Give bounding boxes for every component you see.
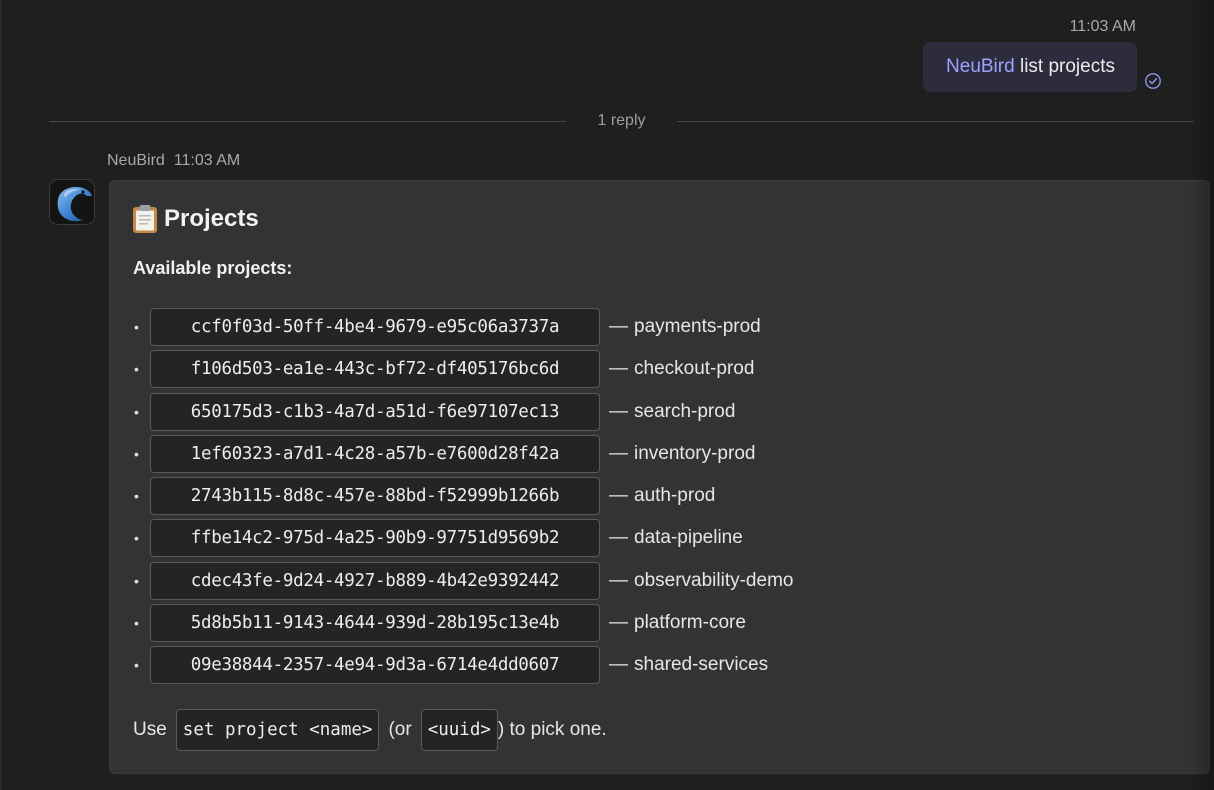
project-separator: — (609, 400, 628, 422)
bird-logo-icon (57, 186, 92, 222)
usage-middle: (or (388, 719, 412, 740)
project-separator: — (609, 527, 628, 549)
bot-message-card: Projects Available projects: • ccf0f03d-5… (109, 180, 1210, 774)
project-uuid-code[interactable]: cdec43fe-9d24-4927-b889-4b42e9392442 (150, 561, 600, 600)
uuid-code[interactable]: <uuid> (420, 709, 498, 751)
project-separator: — (609, 485, 628, 507)
project-name: shared-services (634, 654, 769, 676)
chat-thread-view: 11:03 AM NeuBird list projects 1 reply N… (0, 0, 1214, 790)
project-list-item: • ffbe14c2-975d-4a25-90b9-97751d9569b2 — da… (132, 517, 793, 559)
list-bullet: • (134, 403, 139, 420)
project-name: observability-demo (634, 569, 794, 591)
project-separator: — (609, 569, 628, 591)
project-uuid-code[interactable]: 5d8b5b11-9143-4644-939d-28b195c13e4b (150, 603, 600, 642)
project-list-item: • ccf0f03d-50ff-4be4-9679-e95c06a3737a — pa… (132, 306, 793, 348)
list-bullet: • (134, 614, 139, 631)
card-title-text: Projects (164, 205, 259, 232)
project-name: payments-prod (634, 316, 761, 338)
outgoing-message-timestamp: 11:03 AM (1069, 18, 1136, 35)
pane-border (0, 0, 2, 790)
project-name: auth-prod (634, 485, 716, 507)
project-name: checkout-prod (634, 358, 755, 380)
usage-hint: Use set project <name> (or <uuid> ) to p… (133, 709, 607, 751)
list-bullet: • (134, 488, 139, 505)
list-bullet: • (134, 319, 139, 336)
divider-line-right (677, 121, 1194, 122)
divider-line-left (49, 121, 566, 122)
project-list-item: • 5d8b5b11-9143-4644-939d-28b195c13e4b — pl… (132, 602, 793, 644)
project-name: platform-core (634, 611, 746, 633)
project-list-item: • f106d503-ea1e-443c-bf72-df405176bc6d — ch… (132, 348, 793, 390)
project-separator: — (609, 611, 628, 633)
project-list-item: • cdec43fe-9d24-4927-b889-4b42e9392442 — ob… (132, 560, 793, 602)
project-uuid-code[interactable]: 2743b115-8d8c-457e-88bd-f52999b1266b (150, 477, 600, 516)
usage-suffix: ) to pick one. (497, 719, 607, 740)
project-separator: — (609, 316, 628, 338)
project-name: search-prod (634, 400, 736, 422)
project-uuid-code[interactable]: 1ef60323-a7d1-4c28-a57b-e7600d28f42a (150, 434, 600, 473)
project-uuid-code[interactable]: ffbe14c2-975d-4a25-90b9-97751d9569b2 (150, 519, 600, 558)
project-uuid-code[interactable]: 09e38844-2357-4e94-9d3a-6714e4dd0607 (150, 646, 600, 685)
project-separator: — (609, 654, 628, 676)
reply-count-divider[interactable]: 1 reply (566, 112, 677, 130)
project-uuid-code[interactable]: 650175d3-c1b3-4a7d-a51d-f6e97107ec13 (150, 392, 600, 431)
project-uuid-code[interactable]: ccf0f03d-50ff-4be4-9679-e95c06a3737a (150, 308, 600, 347)
neubird-avatar[interactable] (49, 179, 95, 225)
project-name: data-pipeline (634, 527, 743, 549)
card-subtitle: Available projects: (133, 258, 293, 278)
bot-message-header: NeuBird 11:03 AM (107, 152, 240, 170)
command-code[interactable]: set project <name> (175, 709, 380, 751)
card-title: Projects (132, 204, 259, 234)
project-list: • ccf0f03d-50ff-4be4-9679-e95c06a3737a — pa… (132, 306, 793, 686)
list-bullet: • (134, 572, 139, 589)
project-name: inventory-prod (634, 442, 756, 464)
sender-name[interactable]: NeuBird (107, 152, 165, 169)
clipboard-icon (133, 205, 157, 233)
list-bullet: • (134, 445, 139, 462)
project-list-item: • 2743b115-8d8c-457e-88bd-f52999b1266b — au… (132, 475, 793, 517)
list-bullet: • (134, 530, 139, 547)
outgoing-message-bubble[interactable]: NeuBird list projects (923, 42, 1137, 92)
project-uuid-code[interactable]: f106d503-ea1e-443c-bf72-df405176bc6d (150, 350, 600, 389)
mention-neubird[interactable]: NeuBird (946, 56, 1015, 78)
project-list-item: • 650175d3-c1b3-4a7d-a51d-f6e97107ec13 — se… (132, 391, 793, 433)
bot-message-timestamp: 11:03 AM (173, 152, 241, 169)
usage-prefix: Use (133, 719, 167, 740)
project-separator: — (609, 358, 628, 380)
project-list-item: • 1ef60323-a7d1-4c28-a57b-e7600d28f42a — in… (132, 433, 793, 475)
outgoing-message-text: list projects (1014, 56, 1115, 77)
read-receipt-check-icon (1145, 73, 1161, 89)
pane-shadow (1190, 0, 1214, 790)
list-bullet: • (134, 657, 139, 674)
project-separator: — (609, 442, 628, 464)
list-bullet: • (134, 361, 139, 378)
project-list-item: • 09e38844-2357-4e94-9d3a-6714e4dd0607 — sh… (132, 644, 793, 686)
